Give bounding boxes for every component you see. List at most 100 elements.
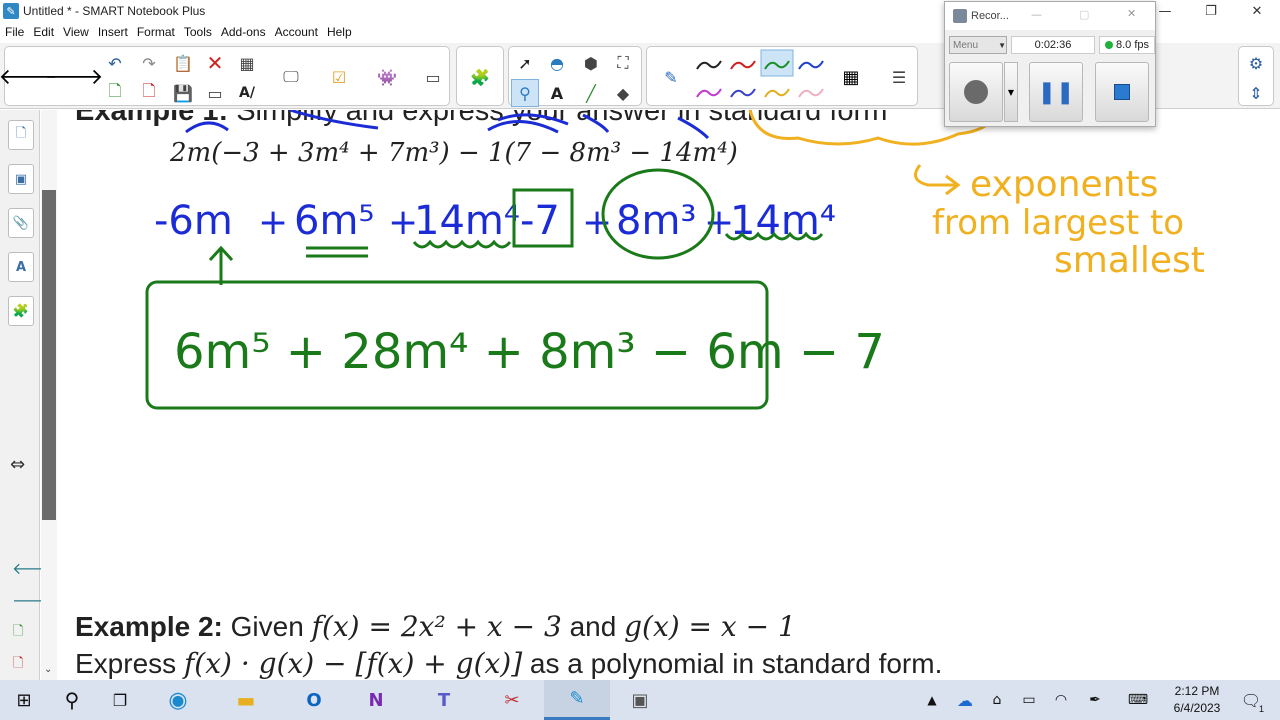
delete-page-icon[interactable]: 🗋 — [135, 79, 163, 107]
clock-time: 2:12 PM — [1174, 684, 1220, 698]
edge-icon[interactable]: ◉ — [158, 684, 198, 716]
shapes-icon[interactable]: ◓ — [543, 49, 571, 77]
page-sorter-icon[interactable]: 🗋 — [8, 120, 34, 150]
file-explorer-icon[interactable]: ▬ — [226, 684, 266, 716]
menu-tools[interactable]: Tools — [184, 25, 212, 39]
teams-icon[interactable]: T — [424, 684, 464, 716]
menu-view[interactable]: View — [63, 25, 89, 39]
example2-express: Express — [75, 648, 177, 679]
wifi-icon[interactable]: ◠ — [1044, 684, 1078, 716]
undo-icon[interactable]: ↶ — [101, 49, 129, 77]
menu-edit[interactable]: Edit — [33, 25, 54, 39]
pause-button[interactable]: ❚❚ — [1029, 62, 1083, 122]
resize-icon[interactable]: ⇔ — [10, 454, 25, 475]
menu-file[interactable]: File — [5, 25, 24, 39]
stop-button[interactable] — [1095, 62, 1149, 122]
forward-arrow-icon[interactable]: 🡒 — [45, 63, 104, 91]
add-page-icon[interactable]: 🗋 — [13, 622, 23, 644]
monster-icon[interactable]: 👾 — [373, 63, 401, 91]
task-view-icon[interactable]: ❐ — [100, 684, 140, 716]
color-palette-icon[interactable]: ▦ — [837, 63, 865, 91]
pen-swatch[interactable] — [798, 88, 824, 98]
usb-icon[interactable]: ⌂ — [980, 684, 1014, 716]
handwriting-icon[interactable]: A/ — [233, 79, 261, 107]
document-camera-icon[interactable]: ▭ — [419, 63, 447, 91]
close-button[interactable]: ✕ — [1234, 0, 1280, 22]
outlook-icon[interactable]: O — [294, 684, 334, 716]
onedrive-icon[interactable]: ☁ — [948, 684, 982, 716]
windows-start-icon[interactable]: ⊞ — [4, 684, 44, 716]
paste-icon[interactable]: 📋 — [169, 49, 197, 77]
menu-insert[interactable]: Insert — [98, 25, 128, 39]
table-icon[interactable]: ▦ — [233, 49, 261, 77]
pen-swatch[interactable] — [798, 60, 824, 70]
back-arrow-icon[interactable]: 🡐 — [0, 63, 58, 91]
recorder-title-bar: Recor... — ▢ ✕ — [945, 2, 1155, 30]
toolbar-position-icon[interactable]: ⇕ — [1242, 79, 1270, 107]
expanded-term: -7 — [520, 198, 560, 244]
search-icon[interactable]: ⚲ — [52, 684, 92, 716]
snip-icon[interactable]: ✂ — [492, 684, 532, 716]
properties-icon[interactable]: ☰ — [885, 63, 913, 91]
window-controls: — ❐ ✕ — [1142, 0, 1280, 22]
menu-format[interactable]: Format — [137, 25, 175, 39]
menu-account[interactable]: Account — [275, 25, 318, 39]
recorder-menu-dropdown[interactable]: Menu ▼ — [949, 36, 1007, 54]
whiteboard-canvas[interactable]: Example 1: Simplify and express your ans… — [58, 110, 1280, 680]
expanded-term: 14m⁴ — [414, 198, 520, 244]
recorder-elapsed-time: 0:02:36 — [1011, 36, 1095, 54]
select-icon[interactable]: ➚ — [511, 49, 539, 77]
add-page-icon[interactable]: 🗋 — [101, 79, 129, 107]
record-options-dropdown[interactable]: ▼ — [1004, 62, 1018, 122]
addons-icon[interactable]: 🧩 — [8, 296, 34, 326]
smart-notebook-icon[interactable]: ✎ — [544, 680, 610, 720]
attachments-icon[interactable]: 📎 — [8, 208, 34, 238]
scroll-down-icon[interactable]: ⌄ — [44, 664, 52, 675]
taskbar-clock[interactable]: 2:12 PM 6/4/2023 — [1162, 683, 1232, 717]
keyboard-icon[interactable]: ⌨ — [1118, 684, 1158, 716]
pen-swatch[interactable] — [696, 88, 722, 98]
pen-swatch[interactable] — [730, 60, 756, 70]
gallery-icon[interactable]: ▣ — [8, 164, 34, 194]
recorder-maximize-button[interactable]: ▢ — [1079, 8, 1089, 21]
properties-icon[interactable]: A — [8, 252, 34, 282]
recorder-close-button[interactable]: ✕ — [1127, 7, 1136, 20]
fill-icon[interactable]: ⬢ — [577, 49, 605, 77]
smart-recorder-icon[interactable]: ▣ — [620, 684, 660, 716]
pen-swatch[interactable] — [730, 88, 756, 98]
save-icon[interactable]: 💾 — [169, 79, 197, 107]
record-button[interactable] — [949, 62, 1003, 122]
toolbar-group-settings: ⚙ ⇕ — [1238, 46, 1274, 106]
settings-icon[interactable]: ⚙ — [1242, 49, 1270, 77]
eraser-ink-icon[interactable]: ⛶ — [609, 49, 637, 77]
addons-icon[interactable]: 🧩 — [466, 63, 494, 91]
text-icon[interactable]: A — [543, 79, 571, 107]
pen-icon[interactable]: ✎ — [657, 63, 685, 91]
notification-icon[interactable]: 🗨 1 — [1234, 684, 1268, 716]
recorder-minimize-button[interactable]: — — [1031, 8, 1042, 21]
onenote-icon[interactable]: N — [356, 684, 396, 716]
magic-pen-icon[interactable]: ⚲ — [511, 79, 539, 107]
screen-shade-icon[interactable]: ▭ — [201, 79, 229, 107]
menu-addons[interactable]: Add-ons — [221, 25, 266, 39]
activity-icon[interactable]: ☑ — [325, 63, 353, 91]
chevron-up-icon[interactable]: ▲ — [914, 684, 950, 716]
battery-icon[interactable]: ▭ — [1012, 684, 1046, 716]
pen-swatch[interactable] — [696, 60, 722, 70]
scrollbar-thumb[interactable] — [42, 190, 56, 520]
menu-help[interactable]: Help — [327, 25, 352, 39]
blue-arrow-stroke — [487, 120, 559, 134]
redo-icon[interactable]: ↷ — [135, 49, 163, 77]
up-arrow-icon — [208, 245, 234, 285]
chevron-down-icon: ▼ — [998, 40, 1006, 50]
line-icon[interactable]: ╱ — [577, 79, 605, 107]
pen-icon[interactable]: ✒ — [1078, 684, 1112, 716]
note-line2: from largest to — [932, 203, 1184, 243]
eraser-icon[interactable]: ◆ — [609, 79, 637, 107]
delete-page-icon[interactable]: 🗋 — [13, 654, 23, 676]
display-icon[interactable]: 🖵 — [277, 63, 305, 91]
toolbar-group-edit: 🡐 🡒 ↶ ↷ 📋 ✕ ▦ 🗋 🗋 💾 ▭ A/ 🖵 ☑ 👾 ▭ — [0, 46, 450, 107]
delete-icon[interactable]: ✕ — [201, 49, 229, 77]
maximize-button[interactable]: ❐ — [1188, 0, 1234, 22]
pen-swatch[interactable] — [764, 88, 790, 98]
